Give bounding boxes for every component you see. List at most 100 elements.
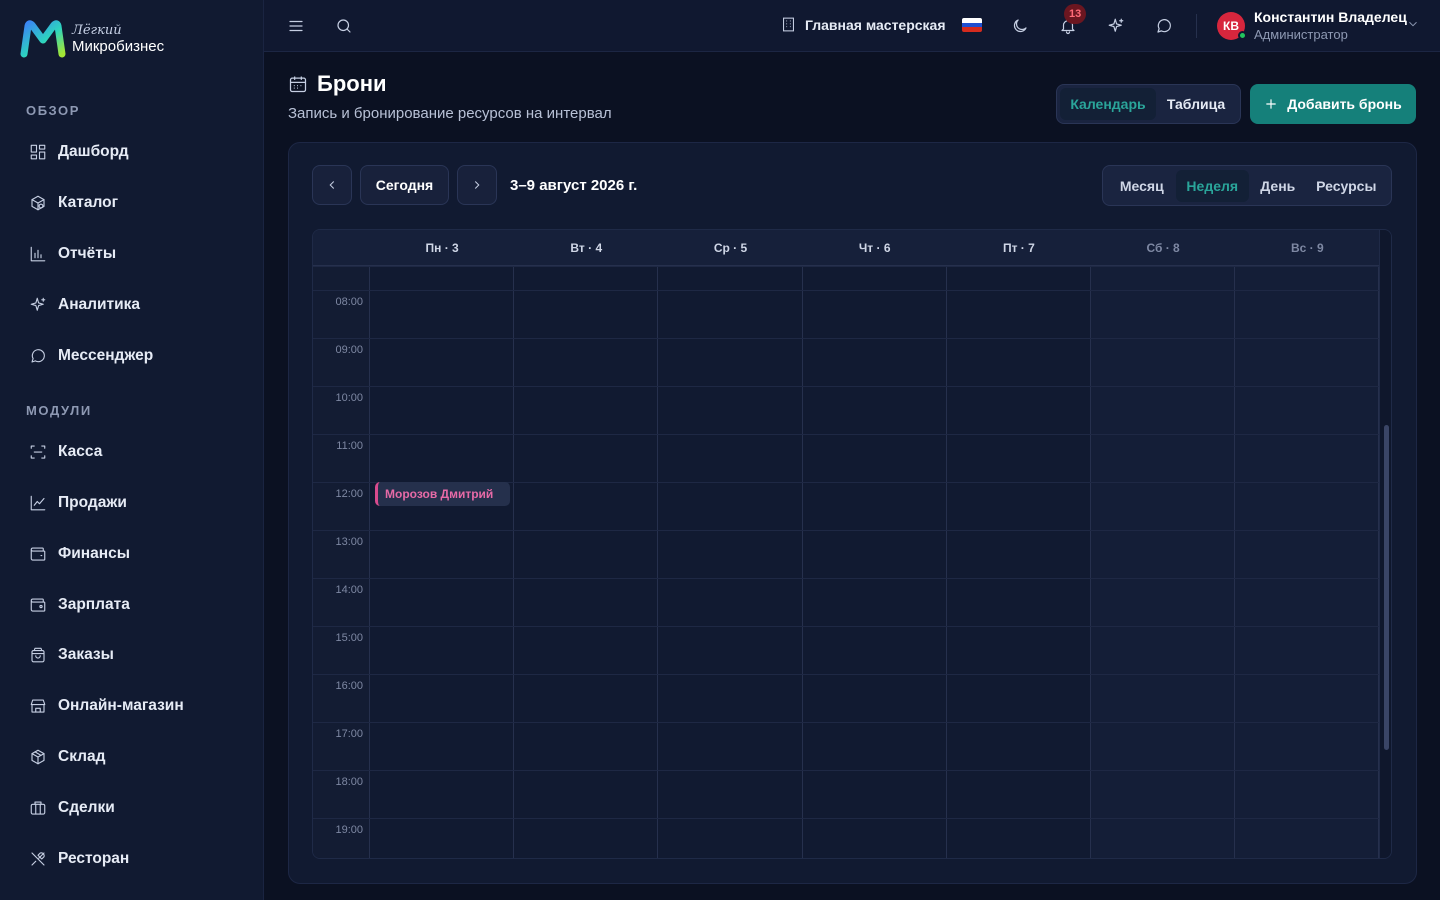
sidebar-item-label: Сделки xyxy=(58,799,115,816)
sidebar-item-restaurant[interactable]: Ресторан xyxy=(18,839,248,879)
sidebar-item-sales[interactable]: Продажи xyxy=(18,483,248,523)
topbar-divider xyxy=(1196,14,1197,38)
prev-week-button[interactable] xyxy=(312,165,352,205)
hour-gridline xyxy=(313,818,1379,819)
sidebar-item-deals[interactable]: Сделки xyxy=(18,788,248,828)
nav-section-modules: МОДУЛИ xyxy=(26,403,92,418)
moon-icon xyxy=(1013,19,1027,33)
utensils-icon xyxy=(28,849,48,869)
page-title: Брони xyxy=(288,71,387,97)
sidebar-item-analytics[interactable]: Аналитика xyxy=(18,285,248,325)
salary-wallet-icon xyxy=(28,595,48,615)
user-menu-toggle[interactable] xyxy=(1406,17,1420,36)
sidebar-item-cashier[interactable]: Касса xyxy=(18,432,248,472)
hour-gridline xyxy=(313,770,1379,771)
sidebar: Лёгкий Микробизнес ОБЗОР Дашборд Каталог… xyxy=(0,0,264,900)
day-header: Вт · 4 xyxy=(570,241,603,255)
day-header: Вс · 9 xyxy=(1290,241,1324,255)
sidebar-item-online-store[interactable]: Онлайн-магазин xyxy=(18,686,248,726)
hour-label: 10:00 xyxy=(335,392,363,404)
hour-label: 19:00 xyxy=(335,824,363,836)
nav-section-overview: ОБЗОР xyxy=(26,103,81,118)
calendar-scroll-thumb[interactable] xyxy=(1384,425,1389,750)
dashboard-icon xyxy=(28,142,48,162)
sidebar-item-salary[interactable]: Зарплата xyxy=(18,585,248,625)
booking-event[interactable]: Морозов Дмитрий xyxy=(375,482,510,506)
sidebar-item-dashboard[interactable]: Дашборд xyxy=(18,132,248,172)
sidebar-item-label: Склад xyxy=(58,748,106,765)
sidebar-item-warehouse[interactable]: Склад xyxy=(18,737,248,777)
chat-icon xyxy=(1157,19,1171,33)
add-booking-button[interactable]: Добавить бронь xyxy=(1250,84,1416,124)
language-flag-ru[interactable] xyxy=(962,18,982,32)
search-button[interactable] xyxy=(328,10,360,42)
chat-icon xyxy=(28,346,48,366)
ai-assistant-button[interactable] xyxy=(1100,10,1132,42)
sidebar-item-reports[interactable]: Отчёты xyxy=(18,234,248,274)
hour-gridline xyxy=(313,578,1379,579)
view-calendar-button[interactable]: Календарь xyxy=(1060,88,1156,120)
hour-label: 12:00 xyxy=(335,488,363,500)
hour-label: 15:00 xyxy=(335,632,363,644)
booking-event-title: Морозов Дмитрий xyxy=(385,487,494,501)
menu-icon xyxy=(289,20,303,32)
scan-icon xyxy=(28,442,48,462)
view-table-button[interactable]: Таблица xyxy=(1156,88,1236,120)
chevron-right-icon xyxy=(474,181,480,189)
online-status-dot xyxy=(1238,31,1247,40)
sidebar-item-label: Мессенджер xyxy=(58,347,154,364)
messages-button[interactable] xyxy=(1148,10,1180,42)
app-logo[interactable]: Лёгкий Микробизнес xyxy=(20,20,164,58)
sidebar-item-label: Заказы xyxy=(58,646,114,663)
shopping-bag-icon xyxy=(28,645,48,665)
sidebar-item-messenger[interactable]: Мессенджер xyxy=(18,336,248,376)
hour-gridline xyxy=(313,338,1379,339)
top-bar: Главная мастерская 13 КВ Константин Влад… xyxy=(264,0,1440,52)
hour-label: 13:00 xyxy=(335,536,363,548)
menu-toggle-button[interactable] xyxy=(280,10,312,42)
sidebar-item-finance[interactable]: Финансы xyxy=(18,534,248,574)
hour-gridline xyxy=(313,674,1379,675)
sidebar-item-label: Отчёты xyxy=(58,245,117,262)
workshop-selector[interactable]: Главная мастерская xyxy=(780,16,946,33)
hour-gridline xyxy=(313,290,1379,291)
user-name[interactable]: Константин Владелец xyxy=(1254,9,1407,25)
reports-icon xyxy=(28,244,48,264)
day-header: Сб · 8 xyxy=(1146,241,1180,255)
mode-day-button[interactable]: День xyxy=(1249,170,1307,202)
sidebar-item-label: Продажи xyxy=(58,494,127,511)
theme-toggle-button[interactable] xyxy=(1004,10,1036,42)
mode-week-button[interactable]: Неделя xyxy=(1175,169,1249,202)
mode-resources-button[interactable]: Ресурсы xyxy=(1307,170,1386,202)
chevron-left-icon xyxy=(329,181,335,189)
hour-gridline xyxy=(313,626,1379,627)
chevron-down-icon xyxy=(1409,21,1417,27)
add-booking-label: Добавить бронь xyxy=(1287,96,1402,112)
page-subtitle: Запись и бронирование ресурсов на интерв… xyxy=(288,105,612,122)
notification-count-badge: 13 xyxy=(1064,4,1087,24)
today-button[interactable]: Сегодня xyxy=(360,165,449,205)
catalog-icon xyxy=(28,193,48,213)
hour-label: 09:00 xyxy=(335,344,363,356)
page-title-text: Брони xyxy=(317,71,387,96)
day-header: Чт · 6 xyxy=(858,241,891,255)
logo-mark-icon xyxy=(20,20,66,58)
next-week-button[interactable] xyxy=(457,165,497,205)
hour-gridline xyxy=(313,266,1379,267)
calendar-mode-toggle: Месяц Неделя День Ресурсы xyxy=(1102,165,1392,206)
hour-label: 16:00 xyxy=(335,680,363,692)
day-header: Пт · 7 xyxy=(1002,241,1035,255)
sidebar-item-label: Онлайн-магазин xyxy=(58,697,184,714)
hour-gridline xyxy=(313,386,1379,387)
store-icon xyxy=(28,696,48,716)
sales-chart-icon xyxy=(28,493,48,513)
view-toggle: Календарь Таблица xyxy=(1056,84,1241,124)
hour-gridline xyxy=(313,434,1379,435)
building-icon xyxy=(783,17,794,32)
sidebar-item-catalog[interactable]: Каталог xyxy=(18,183,248,223)
sidebar-item-orders[interactable]: Заказы xyxy=(18,635,248,675)
hour-label: 11:00 xyxy=(336,440,363,452)
box-icon xyxy=(28,747,48,767)
sidebar-item-label: Касса xyxy=(58,443,103,460)
mode-month-button[interactable]: Месяц xyxy=(1108,170,1176,202)
